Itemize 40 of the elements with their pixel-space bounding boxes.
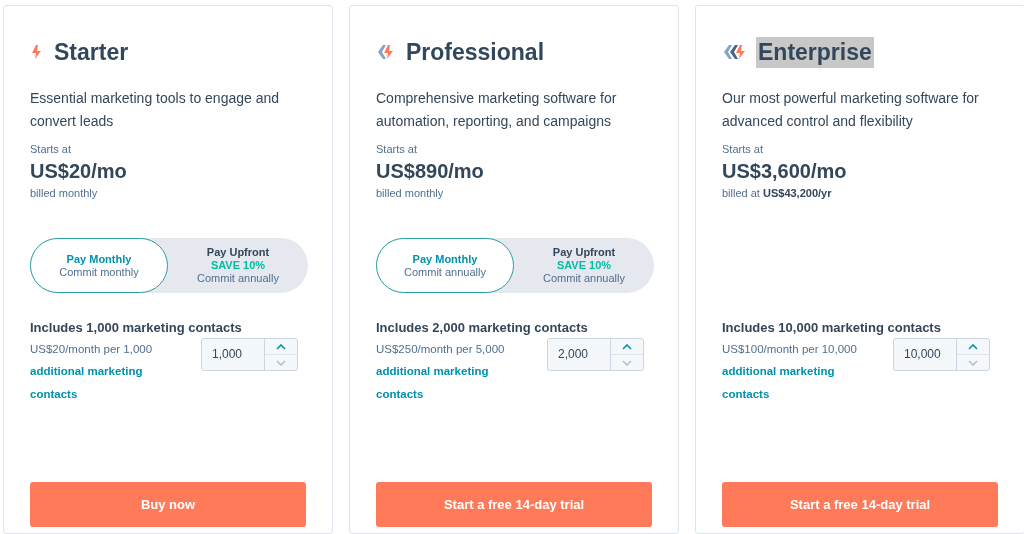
starts-label: Starts at <box>376 143 418 155</box>
contacts-heading: Includes 2,000 marketing contacts <box>376 320 589 335</box>
chevron-down-icon <box>276 359 286 366</box>
starts-label: Starts at <box>30 143 72 155</box>
plan-price: US$3,600/mo <box>722 160 848 183</box>
contacts-stepper[interactable]: 2,000 <box>547 338 644 371</box>
billing-note: billed monthly <box>30 187 99 199</box>
contacts-link[interactable]: additional marketing contacts <box>30 360 190 406</box>
billing-note: billed at US$43,200/yr <box>722 187 833 199</box>
chevron-down-icon <box>622 359 632 366</box>
starts-label: Starts at <box>722 143 764 155</box>
contacts-rate: US$100/month per 10,000 <box>722 342 858 357</box>
contacts-stepper[interactable]: 1,000 <box>201 338 298 371</box>
plan-title: Enterprise <box>756 36 874 68</box>
contacts-heading: Includes 1,000 marketing contacts <box>30 320 243 335</box>
sprocket-icon <box>30 44 42 60</box>
billing-note: billed monthly <box>376 187 445 199</box>
plan-price: US$20/mo <box>30 160 128 183</box>
contacts-heading: Includes 10,000 marketing contacts <box>722 320 942 335</box>
contacts-stepper[interactable]: 10,000 <box>893 338 990 371</box>
payment-option[interactable]: Pay Upfront SAVE 10% Commit annually <box>168 238 308 293</box>
plan-description: Comprehensive marketing software for automation, reporting, and campaigns <box>376 89 618 131</box>
plan-description: Essential marketing tools to engage and convert leads <box>30 89 281 131</box>
chevron-up-icon <box>622 343 632 350</box>
contacts-rate: US$20/month per 1,000 <box>30 342 154 357</box>
sprocket-icon <box>376 44 394 60</box>
plan-title: Starter <box>53 37 130 67</box>
plan-description: Our most powerful marketing software for advanced control and flexibility <box>722 89 980 131</box>
payment-option[interactable]: Pay Monthly Commit monthly <box>30 238 168 293</box>
contacts-link[interactable]: additional marketing contacts <box>376 360 536 406</box>
chevron-up-icon <box>276 343 286 350</box>
plan-price: US$890/mo <box>376 160 485 183</box>
payment-option[interactable]: Pay Monthly Commit annually <box>376 238 514 293</box>
contacts-rate: US$250/month per 5,000 <box>376 342 506 357</box>
sprocket-icon <box>722 44 746 60</box>
chevron-down-icon <box>968 359 978 366</box>
chevron-up-icon <box>968 343 978 350</box>
contacts-link[interactable]: additional marketing contacts <box>722 360 882 406</box>
plan-title: Professional <box>405 37 546 67</box>
payment-option[interactable]: Pay Upfront SAVE 10% Commit annually <box>514 238 654 293</box>
